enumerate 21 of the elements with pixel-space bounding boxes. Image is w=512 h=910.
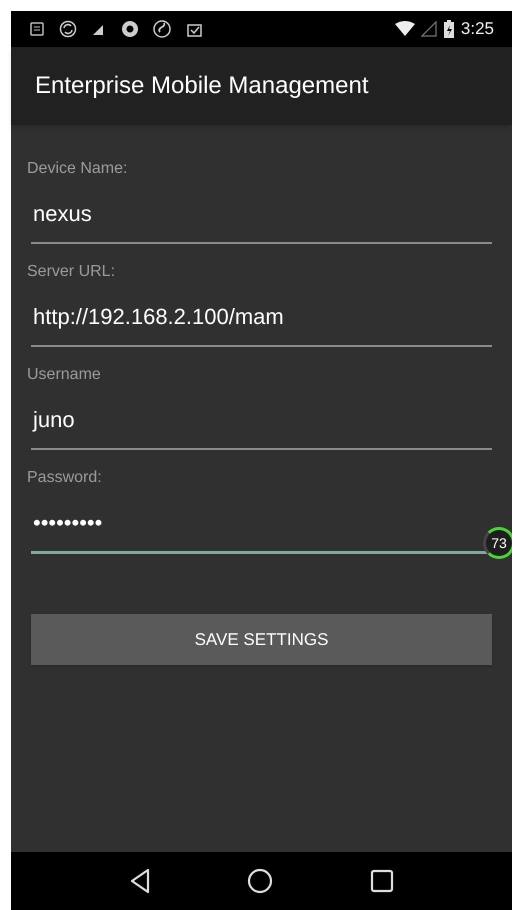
field-label: Server URL: xyxy=(27,262,116,282)
counter-badge-tooltip: 73 xyxy=(483,527,512,559)
status-time: 3:25 xyxy=(460,18,494,40)
field-label: Username xyxy=(27,365,102,385)
field-label: Password: xyxy=(27,468,103,488)
input-field[interactable]: http://192.168.2.100/mam xyxy=(31,300,492,347)
wifi-icon xyxy=(394,21,415,37)
app-title: Enterprise Mobile Management xyxy=(35,71,369,101)
browser-icon xyxy=(121,20,139,38)
sync-icon xyxy=(59,20,77,38)
recents-icon[interactable] xyxy=(370,869,394,893)
save-settings-button[interactable]: SAVE SETTINGS xyxy=(31,614,492,665)
input-field[interactable]: nexus xyxy=(31,197,492,244)
music-icon xyxy=(153,20,171,38)
field-label: Device Name: xyxy=(27,159,128,179)
notification-icon xyxy=(29,21,45,37)
signal-icon xyxy=(420,21,437,37)
input-field[interactable]: juno xyxy=(31,403,492,450)
home-icon[interactable] xyxy=(247,868,274,894)
back-icon[interactable] xyxy=(129,868,152,894)
battery-icon xyxy=(442,20,455,38)
